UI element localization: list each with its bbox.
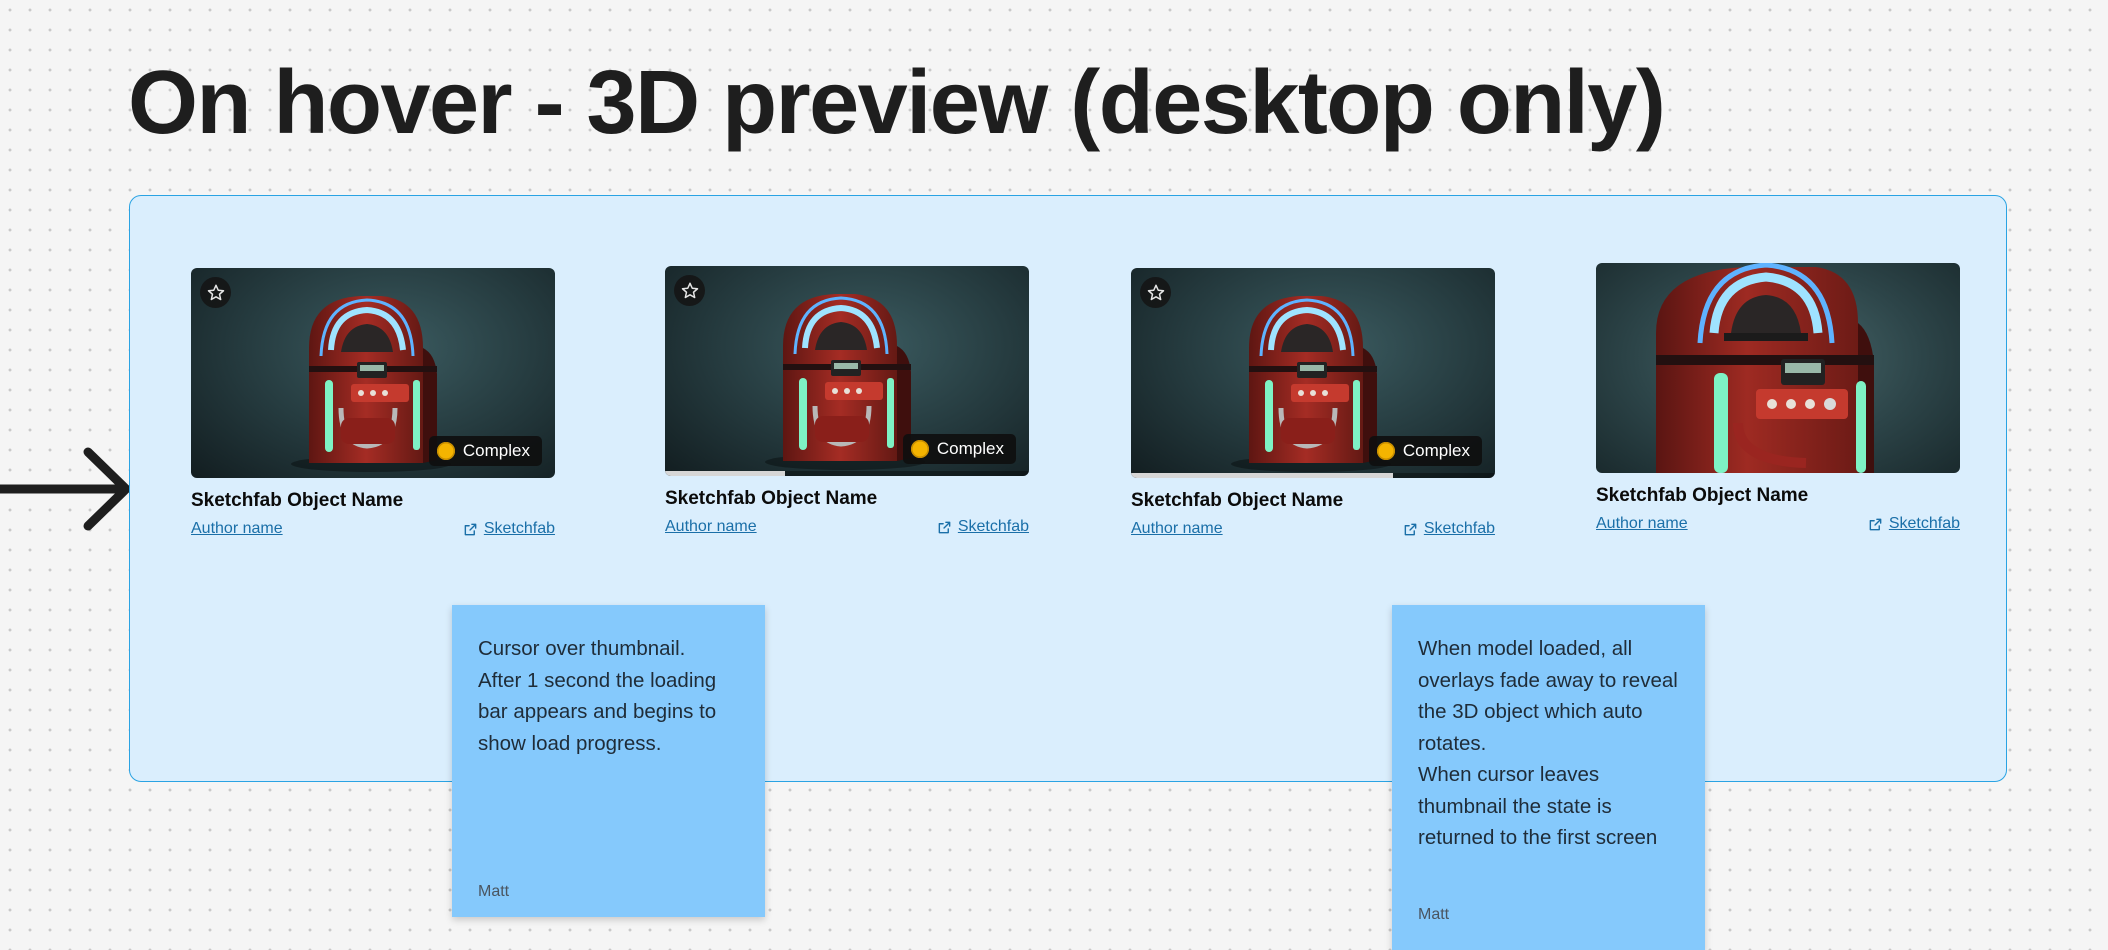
model-card[interactable]: Complex Sketchfab Object Name Author nam… [1131,268,1495,538]
loading-progress-fill [1131,473,1394,478]
sketchfab-link[interactable]: Sketchfab [1424,520,1495,538]
model-title: Sketchfab Object Name [665,488,878,509]
model-title: Sketchfab Object Name [1596,485,1809,506]
sketchfab-link[interactable]: Sketchfab [1889,515,1960,533]
model-card[interactable]: Complex Sketchfab Object Name Author nam… [191,268,555,538]
model-thumbnail[interactable]: Complex [1131,268,1495,478]
arrow-right-icon [0,447,131,531]
complexity-label: Complex [1402,441,1470,460]
external-link-icon [938,521,951,533]
sticky-note-author: Matt [1418,906,1450,923]
loading-progress-fill [665,471,786,476]
author-link[interactable]: Author name [1131,520,1223,538]
jukebox-3d-render [1656,263,1874,473]
favorite-button[interactable] [200,277,231,308]
model-title: Sketchfab Object Name [191,490,404,511]
complexity-dot-icon [436,442,455,460]
model-thumbnail[interactable]: Complex [191,268,555,478]
model-card[interactable]: Sketchfab Object Name Author name Sketch… [1596,263,1960,533]
model-card[interactable]: Complex Sketchfab Object Name Author nam… [665,266,1029,536]
external-link-icon [1404,523,1417,535]
model-3d-viewer[interactable] [1596,263,1960,473]
favorite-button[interactable] [674,275,705,306]
author-link[interactable]: Author name [191,520,283,538]
complexity-dot-icon [910,440,929,458]
external-link-icon [464,523,477,535]
complexity-label: Complex [936,439,1004,458]
model-title: Sketchfab Object Name [1131,490,1344,511]
external-link-icon [1869,518,1882,530]
complexity-label: Complex [462,441,530,460]
star-outline-icon [1147,284,1164,300]
sticky-note-author: Matt [478,883,510,900]
loading-progress-bar [1131,473,1495,478]
favorite-button[interactable] [1140,277,1171,308]
complexity-badge: Complex [1368,436,1482,466]
sticky-note: Cursor over thumbnail. After 1 second th… [452,605,765,917]
sketchfab-link[interactable]: Sketchfab [484,520,555,538]
model-thumbnail[interactable]: Complex [665,266,1029,476]
sticky-note-text: When model loaded, all overlays fade awa… [1418,637,1678,849]
author-link[interactable]: Author name [1596,515,1688,533]
sticky-note: When model loaded, all overlays fade awa… [1392,605,1705,950]
sticky-note-text: Cursor over thumbnail. After 1 second th… [478,637,717,755]
complexity-badge: Complex [902,434,1016,464]
sketchfab-link[interactable]: Sketchfab [958,518,1029,536]
star-outline-icon [681,282,698,298]
page-title: On hover - 3D preview (desktop only) [128,53,1666,153]
author-link[interactable]: Author name [665,518,757,536]
complexity-badge: Complex [428,436,542,466]
complexity-dot-icon [1376,442,1395,460]
star-outline-icon [207,284,224,300]
loading-progress-bar [665,471,1029,476]
